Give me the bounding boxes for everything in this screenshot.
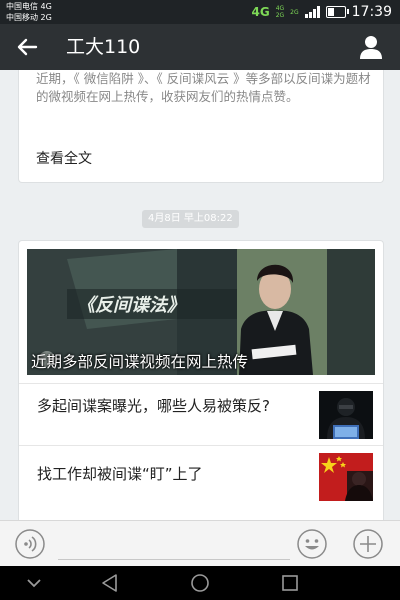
- carrier-1: 中国电信 4G: [6, 2, 52, 11]
- network-type: 4G: [251, 5, 270, 19]
- plus-icon[interactable]: [352, 528, 384, 560]
- message-list[interactable]: 近期，《 微信陷阱 》、《 反间谍风云 》等多部以反间谍为题材的微视频在网上热传…: [0, 70, 400, 520]
- article-card-previous[interactable]: 近期，《 微信陷阱 》、《 反间谍风云 》等多部以反间谍为题材的微视频在网上热传…: [18, 70, 384, 183]
- article-title: 多起间谍案曝光，哪些人易被策反?: [37, 397, 270, 415]
- battery-fill: [327, 8, 334, 16]
- battery-icon: [325, 6, 349, 18]
- read-more-link[interactable]: 查看全文: [36, 148, 92, 168]
- carrier-2: 中国移动 2G: [6, 13, 52, 22]
- article-item[interactable]: 找工作却被间谍“盯”上了: [19, 445, 383, 508]
- chevron-down-icon[interactable]: [22, 571, 46, 595]
- network-sub-labels-2: 2G: [290, 9, 298, 16]
- article-title: 找工作却被间谍“盯”上了: [37, 465, 203, 483]
- cover-badge: 《反间谍法》: [77, 295, 185, 316]
- flag-image: [319, 453, 373, 501]
- network-sub-labels: 4G 2G: [276, 5, 284, 19]
- article-item[interactable]: 多起间谍案曝光，哪些人易被策反?: [19, 383, 383, 446]
- cover-title: 近期多部反间谍视频在网上热传: [31, 353, 249, 371]
- recent-square-icon[interactable]: [278, 571, 302, 595]
- chat-title: 工大110: [66, 36, 141, 58]
- status-bar: 中国电信 4G 中国移动 2G 4G 4G 2G 2G 17:39: [0, 0, 400, 24]
- network-sub-2: 2G: [275, 12, 285, 19]
- user-icon[interactable]: [358, 34, 384, 60]
- chat-header: 工大110: [0, 24, 400, 70]
- home-circle-icon[interactable]: [188, 571, 212, 595]
- network-sub-3: 2G: [290, 8, 299, 16]
- article-card-multi[interactable]: 《反间谍法》 近期多部反间谍视频在网上热传 多起间谍案曝光，哪些人易被策反? 找…: [18, 240, 384, 520]
- clock: 17:39: [351, 4, 392, 20]
- network-sub-1: 4G: [275, 5, 285, 12]
- voice-icon[interactable]: [14, 528, 46, 560]
- back-triangle-icon[interactable]: [98, 571, 122, 595]
- system-nav-bar: [0, 566, 400, 600]
- message-input[interactable]: [58, 531, 290, 560]
- signal-icon: [304, 6, 320, 18]
- cover-article[interactable]: 《反间谍法》 近期多部反间谍视频在网上热传: [27, 249, 375, 375]
- carrier-info: 中国电信 4G 中国移动 2G: [6, 1, 52, 23]
- status-indicators: 4G 4G 2G 2G 17:39: [252, 3, 393, 21]
- arrow-left-icon[interactable]: [14, 34, 40, 60]
- hacker-image: [319, 391, 373, 439]
- message-timestamp: 4月8日 早上08:22: [142, 210, 239, 228]
- article-snippet: 近期，《 微信陷阱 》、《 反间谍风云 》等多部以反间谍为题材的微视频在网上热传…: [36, 71, 371, 104]
- emoji-icon[interactable]: [296, 528, 328, 560]
- chat-input-bar: [0, 520, 400, 567]
